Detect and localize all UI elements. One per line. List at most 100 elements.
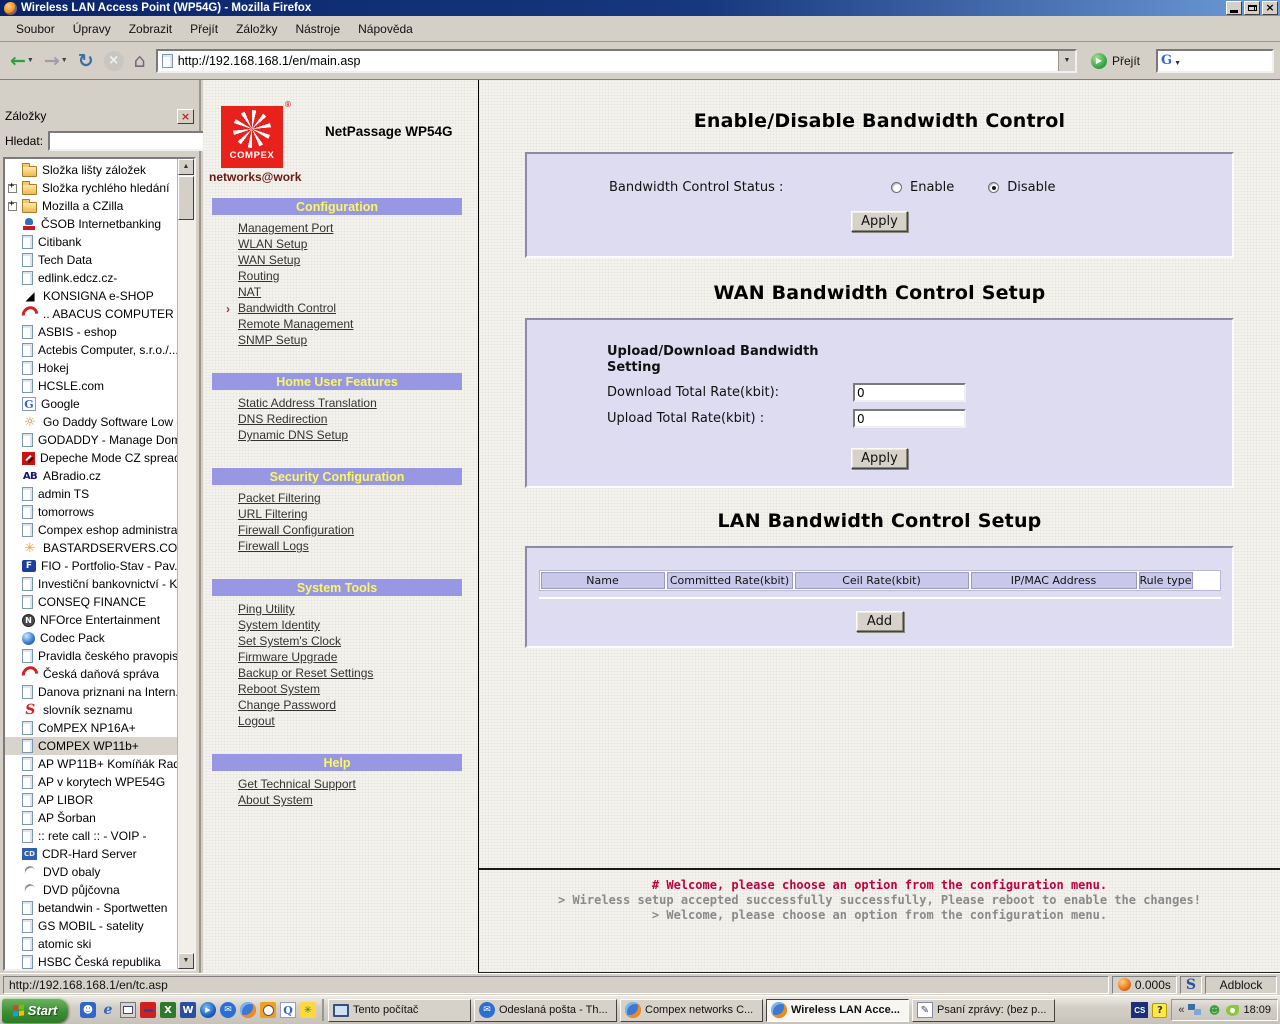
forward-dropdown-icon[interactable]: ▼ — [61, 57, 68, 64]
home-button[interactable]: ⌂ — [130, 46, 150, 76]
cs-tray-icon[interactable]: CS — [1131, 1002, 1148, 1018]
switchproxy-indicator[interactable]: S — [1180, 976, 1202, 994]
nav-link[interactable]: Remote Management — [238, 317, 353, 333]
nav-link[interactable]: Dynamic DNS Setup — [238, 428, 348, 444]
bookmark-item[interactable]: Codec Pack — [5, 629, 177, 647]
bookmark-item[interactable]: KONSIGNA e-SHOP — [5, 287, 177, 305]
reload-button[interactable]: ↻ — [74, 46, 98, 76]
nav-link[interactable]: Bandwidth Control — [238, 301, 336, 317]
nav-link[interactable]: WAN Setup — [238, 253, 300, 269]
bookmark-item[interactable]: HCSLE.com — [5, 377, 177, 395]
task-button[interactable]: Compex networks C... — [620, 999, 763, 1022]
bookmark-item[interactable]: NFOrce Entertainment — [5, 611, 177, 629]
bookmark-item[interactable]: Investiční bankovnictví - K... — [5, 575, 177, 593]
menu-item[interactable]: Zobrazit — [121, 19, 180, 39]
bookmark-item[interactable]: edlink.edcz.cz- — [5, 269, 177, 287]
start-button[interactable]: Start — [2, 998, 68, 1023]
quick-launch-icon[interactable] — [240, 1002, 256, 1018]
bookmark-item[interactable]: HSBC Česká republika — [5, 953, 177, 969]
minimize-button[interactable] — [1226, 1, 1242, 15]
nav-link[interactable]: URL Filtering — [238, 507, 308, 523]
bookmark-item[interactable]: AP LIBOR — [5, 791, 177, 809]
bookmark-item[interactable]: FIO - Portfolio-Stav - Pav... — [5, 557, 177, 575]
network-icon[interactable] — [1188, 1004, 1202, 1016]
nav-link[interactable]: Change Password — [238, 698, 336, 714]
forward-button[interactable]: →▼ — [40, 46, 72, 76]
bookmark-item[interactable]: Compex eshop administrat... — [5, 521, 177, 539]
bookmark-item[interactable]: COMPEX WP11b+ — [5, 737, 177, 755]
enable-radio[interactable] — [891, 182, 902, 193]
bookmark-item[interactable]: ABradio.cz — [5, 467, 177, 485]
messenger-tray-icon[interactable] — [1206, 1002, 1222, 1018]
nav-link[interactable]: Firewall Logs — [238, 539, 309, 555]
bookmark-item[interactable]: Go Daddy Software Low c... — [5, 413, 177, 431]
adblock-status[interactable]: Adblock — [1205, 976, 1277, 994]
help-bubble-icon[interactable] — [1152, 1003, 1167, 1018]
bookmark-item[interactable]: Mozilla a CZilla — [5, 197, 177, 215]
nav-link[interactable]: SNMP Setup — [238, 333, 307, 349]
restore-button[interactable] — [1244, 1, 1260, 15]
bookmark-item[interactable]: betandwin - Sportwetten — [5, 899, 177, 917]
quick-launch-icon[interactable] — [200, 1002, 216, 1018]
quick-launch-icon[interactable] — [160, 1002, 176, 1018]
menu-item[interactable]: Záložky — [228, 19, 285, 39]
back-button[interactable]: ←▼ — [6, 46, 38, 76]
scrollbar-thumb[interactable] — [178, 176, 194, 220]
bookmark-item[interactable]: AP Šorban — [5, 809, 177, 827]
quick-launch-icon[interactable] — [220, 1002, 236, 1018]
nav-link[interactable]: System Identity — [238, 618, 320, 634]
close-button[interactable]: × — [1262, 1, 1278, 15]
bookmark-search-input[interactable] — [48, 131, 213, 151]
bookmark-item[interactable]: .. ABACUS COMPUTER .. — [5, 305, 177, 323]
bookmark-item[interactable]: AP WP11B+ Komíňák Radli... — [5, 755, 177, 773]
task-button[interactable]: Tento počítač — [328, 999, 471, 1022]
quick-launch-icon[interactable] — [280, 1002, 296, 1018]
disable-radio[interactable] — [988, 182, 999, 193]
bookmark-item[interactable]: Složka lišty záložek — [5, 161, 177, 179]
url-dropdown-button[interactable]: ▼ — [1058, 51, 1075, 71]
nav-link[interactable]: Backup or Reset Settings — [238, 666, 373, 682]
nav-link[interactable]: Firewall Configuration — [238, 523, 354, 539]
go-button[interactable]: ▶ Přejít — [1083, 53, 1148, 69]
bookmark-item[interactable]: Google — [5, 395, 177, 413]
bookmark-item[interactable]: ČSOB Internetbanking — [5, 215, 177, 233]
bookmark-item[interactable]: admin TS — [5, 485, 177, 503]
bookmark-item[interactable]: CDR-Hard Server — [5, 845, 177, 863]
menu-item[interactable]: Nástroje — [287, 19, 348, 39]
bookmark-item[interactable]: Složka rychlého hledání — [5, 179, 177, 197]
menu-item[interactable]: Úpravy — [65, 19, 119, 39]
scroll-up-icon[interactable]: ▲ — [178, 159, 194, 175]
sidebar-close-button[interactable]: × — [177, 109, 194, 124]
stop-button[interactable]: × — [100, 46, 128, 76]
bookmark-item[interactable]: GODADDY - Manage Doma... — [5, 431, 177, 449]
bookmark-item[interactable]: tomorrows — [5, 503, 177, 521]
bookmark-item[interactable]: Actebis Computer, s.r.o./... — [5, 341, 177, 359]
bookmark-item[interactable]: atomic ski — [5, 935, 177, 953]
nvidia-icon[interactable] — [1226, 1005, 1239, 1016]
bookmark-item[interactable]: Danova priznani na Intern... — [5, 683, 177, 701]
menu-item[interactable]: Soubor — [8, 19, 63, 39]
nav-link[interactable]: Ping Utility — [238, 602, 295, 618]
quick-launch-icon[interactable] — [260, 1002, 276, 1018]
bookmark-item[interactable]: DVD půjčovna — [5, 881, 177, 899]
bookmark-item[interactable]: CoMPEX NP16A+ — [5, 719, 177, 737]
nav-link[interactable]: Packet Filtering — [238, 491, 321, 507]
quick-launch-icon[interactable] — [100, 1002, 116, 1018]
bookmark-item[interactable]: Pravidla českého pravopis... — [5, 647, 177, 665]
nav-link[interactable]: Get Technical Support — [238, 777, 356, 793]
bookmark-item[interactable]: CONSEQ FINANCE — [5, 593, 177, 611]
task-button[interactable]: Psaní zprávy: (bez p... — [912, 999, 1055, 1022]
upload-rate-input[interactable] — [853, 409, 966, 428]
quick-launch-icon[interactable] — [300, 1002, 316, 1018]
expand-toggle-icon[interactable] — [8, 184, 17, 193]
back-dropdown-icon[interactable]: ▼ — [27, 57, 34, 64]
bookmark-item[interactable]: Depeche Mode CZ spread... — [5, 449, 177, 467]
bookmark-item[interactable]: Tech Data — [5, 251, 177, 269]
menu-item[interactable]: Nápověda — [350, 19, 421, 39]
nav-link[interactable]: NAT — [238, 285, 261, 301]
bookmark-item[interactable]: DVD obaly — [5, 863, 177, 881]
nav-link[interactable]: DNS Redirection — [238, 412, 327, 428]
nav-link[interactable]: Static Address Translation — [238, 396, 377, 412]
quick-launch-icon[interactable] — [80, 1002, 96, 1018]
nav-link[interactable]: Set System's Clock — [238, 634, 341, 650]
